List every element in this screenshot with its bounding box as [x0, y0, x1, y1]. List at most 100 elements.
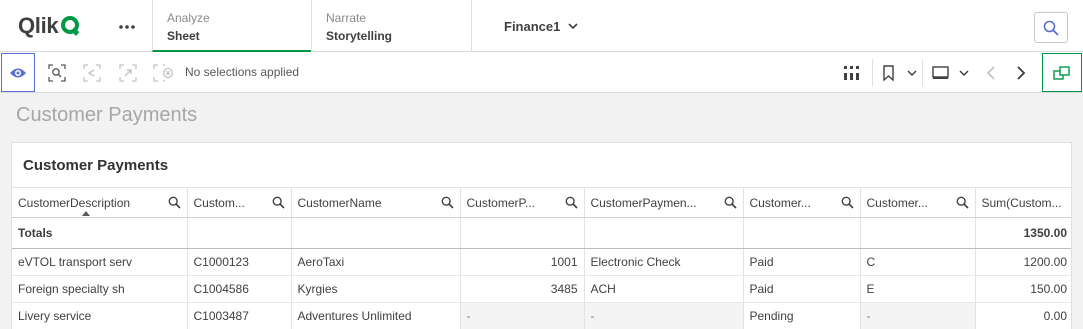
clear-selections-icon — [153, 64, 174, 82]
table-cell[interactable]: C1000123 — [187, 248, 292, 276]
table-cell[interactable]: 1001 — [460, 248, 585, 276]
table-cell: 150.00 — [975, 275, 1071, 303]
table-cell[interactable]: Paid — [743, 275, 861, 303]
table-cell[interactable]: C — [860, 248, 976, 276]
search-icon[interactable] — [441, 196, 454, 209]
collaboration-button[interactable] — [1042, 53, 1082, 92]
column-header[interactable]: Sum(Custom... — [975, 187, 1071, 218]
eye-icon — [10, 68, 26, 77]
data-table: CustomerDescription Custom... CustomerNa… — [12, 187, 1071, 329]
divider — [872, 59, 873, 86]
present-sheet-button[interactable] — [930, 62, 972, 84]
table-row: eVTOL transport serv C1000123 AeroTaxi 1… — [12, 248, 1071, 276]
table-cell[interactable]: 3485 — [460, 275, 585, 303]
null-cell: - — [584, 302, 744, 329]
table-row: Foreign specialty sh C1004586 Kyrgies 34… — [12, 275, 1071, 303]
next-sheet-button[interactable] — [1010, 62, 1032, 84]
table-cell[interactable]: Pending — [743, 302, 861, 329]
table-cell[interactable]: Foreign specialty sh — [12, 275, 188, 303]
totals-cell — [291, 217, 461, 249]
column-header[interactable]: CustomerP... — [460, 187, 585, 218]
totals-label: Totals — [12, 217, 188, 249]
tab-analyze-sheet[interactable]: Analyze Sheet — [152, 0, 311, 52]
selection-toolbar: No selections applied — [0, 52, 1083, 93]
selection-search-icon — [48, 64, 66, 82]
column-header[interactable]: CustomerDescription — [12, 187, 188, 218]
null-cell: - — [460, 302, 585, 329]
smart-search-button[interactable] — [46, 62, 68, 84]
chevron-right-icon — [1017, 66, 1026, 80]
tab-narrate-storytelling[interactable]: Narrate Storytelling — [311, 0, 471, 52]
totals-cell — [584, 217, 744, 249]
tab-value: Sheet — [167, 29, 200, 43]
column-header[interactable]: Custom... — [187, 187, 292, 218]
column-label: Sum(Custom... — [981, 195, 1062, 210]
column-header[interactable]: Customer... — [743, 187, 861, 218]
column-header[interactable]: CustomerPaymen... — [584, 187, 744, 218]
search-icon — [1043, 20, 1059, 36]
selection-status: No selections applied — [185, 65, 300, 79]
column-label: CustomerDescription — [18, 195, 131, 210]
table-row: Livery service C1003487 Adventures Unlim… — [12, 302, 1071, 329]
more-icon — [119, 25, 135, 29]
column-label: CustomerPaymen... — [590, 195, 697, 210]
search-icon[interactable] — [956, 196, 969, 209]
step-forward-button[interactable] — [117, 62, 139, 84]
table-cell[interactable]: eVTOL transport serv — [12, 248, 188, 276]
more-menu-button[interactable] — [114, 16, 140, 38]
divider — [922, 59, 923, 86]
app-name: Finance1 — [504, 18, 561, 34]
chevron-down-icon — [568, 23, 578, 29]
table-cell: 1200.00 — [975, 248, 1071, 276]
search-icon[interactable] — [168, 196, 181, 209]
totals-cell — [743, 217, 861, 249]
table-object[interactable]: Customer Payments CustomerDescription Cu… — [11, 142, 1072, 329]
column-header[interactable]: CustomerName — [291, 187, 461, 218]
qlik-logo[interactable]: Qlik — [18, 12, 81, 40]
table-cell[interactable]: Livery service — [12, 302, 188, 329]
grid-icon — [844, 66, 859, 80]
table-cell[interactable]: C1003487 — [187, 302, 292, 329]
step-back-icon — [83, 64, 101, 82]
table-cell[interactable]: C1004586 — [187, 275, 292, 303]
table-cell: 0.00 — [975, 302, 1071, 329]
bookmark-icon — [883, 65, 917, 82]
search-icon[interactable] — [724, 196, 737, 209]
qlik-q-icon — [61, 16, 80, 36]
column-label: CustomerName — [297, 195, 382, 210]
column-label: Customer... — [866, 195, 928, 210]
search-icon[interactable] — [272, 196, 285, 209]
bookmarks-button[interactable] — [879, 62, 919, 84]
previous-sheet-button[interactable] — [980, 62, 1002, 84]
search-icon[interactable] — [565, 196, 578, 209]
step-forward-icon — [119, 64, 137, 82]
clear-selections-button[interactable] — [153, 62, 175, 84]
logo-text: Qlik — [18, 13, 59, 38]
header-row: CustomerDescription Custom... CustomerNa… — [12, 187, 1071, 218]
table-cell[interactable]: E — [860, 275, 976, 303]
totals-row: Totals 1350.00 — [12, 217, 1071, 249]
table-cell[interactable]: Electronic Check — [584, 248, 744, 276]
top-bar: Qlik Analyze Sheet Narrate Storytelling … — [0, 0, 1083, 52]
column-header[interactable]: Customer... — [860, 187, 976, 218]
totals-value: 1350.00 — [975, 217, 1071, 249]
search-icon[interactable] — [841, 196, 854, 209]
table-cell[interactable]: Kyrgies — [291, 275, 461, 303]
column-label: CustomerP... — [466, 195, 535, 210]
table-cell[interactable]: ACH — [584, 275, 744, 303]
table-cell[interactable]: Paid — [743, 248, 861, 276]
chevron-left-icon — [986, 66, 995, 80]
presentation-icon — [932, 66, 969, 79]
step-back-button[interactable] — [81, 62, 103, 84]
sheet-title: Customer Payments — [16, 104, 198, 126]
column-label: Customer... — [749, 195, 811, 210]
column-label: Custom... — [193, 195, 245, 210]
tab-title: Narrate — [326, 11, 367, 25]
table-cell[interactable]: Adventures Unlimited — [291, 302, 461, 329]
table-cell[interactable]: AeroTaxi — [291, 248, 461, 276]
duplicate-icon — [1053, 65, 1070, 80]
search-button[interactable] — [1034, 12, 1068, 43]
show-assets-button[interactable] — [841, 62, 863, 84]
insight-advisor-button[interactable] — [1, 53, 35, 92]
app-selector-dropdown[interactable]: Finance1 — [471, 0, 617, 52]
